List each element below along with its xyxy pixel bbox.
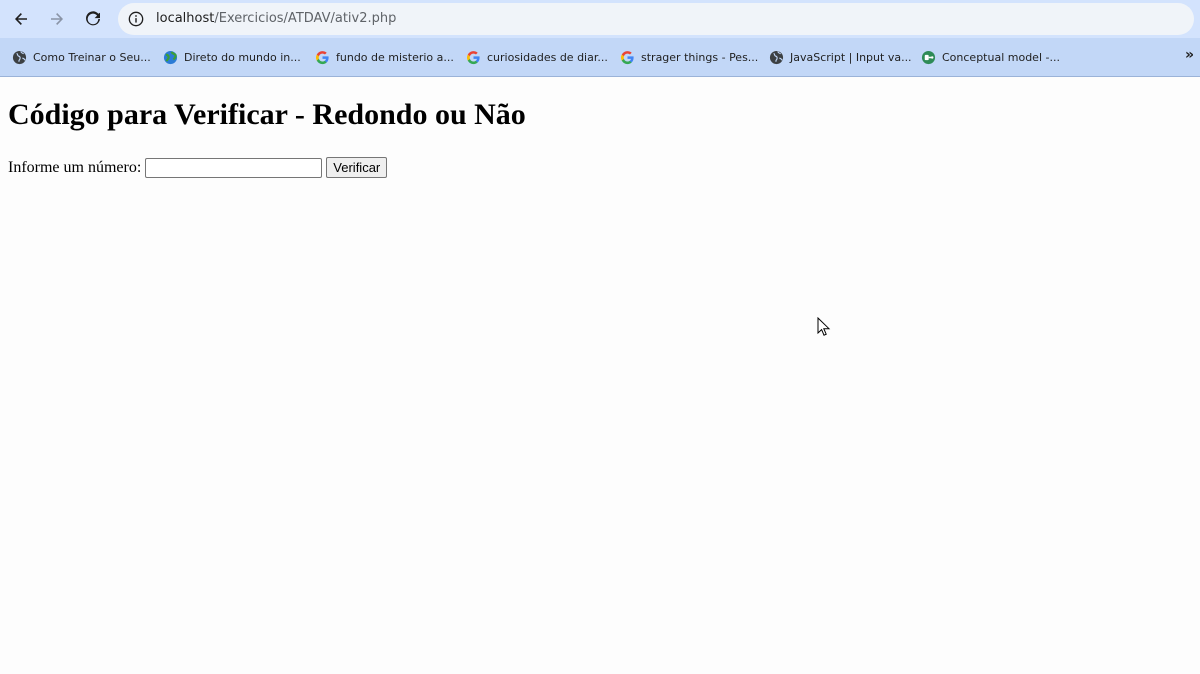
bookmark-label: Direto do mundo in... — [184, 50, 301, 64]
bookmarks-bar: Como Treinar o Seu... Direto do mundo in… — [0, 38, 1200, 77]
more-bookmarks-button[interactable]: » — [1185, 47, 1194, 63]
globe-icon — [769, 50, 784, 65]
page-title: Código para Verificar - Redondo ou Não — [8, 98, 526, 131]
bookmark-label: fundo de misterio a... — [336, 50, 454, 64]
arrow-left-icon — [15, 13, 27, 25]
forward-button[interactable] — [44, 7, 70, 31]
info-icon[interactable] — [127, 10, 145, 28]
verify-button[interactable]: Verificar — [326, 157, 388, 178]
bookmark-label: curiosidades de diar... — [487, 50, 608, 64]
url-text[interactable]: localhost/Exercicios/ATDAV/ativ2.php — [156, 11, 396, 27]
bookmark-item[interactable]: curiosidades de diar... — [466, 48, 608, 66]
browser-toolbar: localhost/Exercicios/ATDAV/ativ2.php — [0, 0, 1200, 38]
url-path: /Exercicios/ATDAV/ativ2.php — [214, 11, 397, 26]
google-icon — [620, 50, 635, 65]
globe-icon — [12, 50, 27, 65]
conceptual-model-icon — [921, 50, 936, 65]
arrow-right-icon — [51, 13, 63, 25]
url-host: localhost — [156, 11, 215, 26]
bookmark-item[interactable]: strager things - Pes... — [620, 48, 758, 66]
address-bar[interactable]: localhost/Exercicios/ATDAV/ativ2.php — [118, 3, 1194, 35]
bookmark-item[interactable]: JavaScript | Input va... — [769, 48, 912, 66]
mouse-cursor-icon — [817, 317, 831, 336]
bookmark-label: strager things - Pes... — [641, 50, 759, 64]
page-content: Código para Verificar - Redondo ou Não I… — [0, 77, 1200, 674]
bookmark-item[interactable]: Como Treinar o Seu... — [12, 48, 151, 66]
number-input[interactable] — [145, 157, 323, 178]
bookmark-label: JavaScript | Input va... — [790, 50, 912, 64]
bookmark-label: Como Treinar o Seu... — [33, 50, 151, 64]
reload-button[interactable] — [80, 7, 106, 31]
bookmark-item[interactable]: Conceptual model -... — [921, 48, 1060, 66]
earth-icon — [163, 50, 178, 65]
number-form: Informe um número: Verificar — [8, 157, 388, 178]
reload-icon — [86, 11, 100, 26]
number-label: Informe um número: — [8, 158, 142, 176]
google-icon — [466, 50, 481, 65]
bookmark-label: Conceptual model -... — [942, 50, 1060, 64]
bookmark-item[interactable]: Direto do mundo in... — [163, 48, 301, 66]
google-icon — [315, 50, 330, 65]
back-button[interactable] — [8, 7, 34, 31]
bookmark-item[interactable]: fundo de misterio a... — [315, 48, 454, 66]
